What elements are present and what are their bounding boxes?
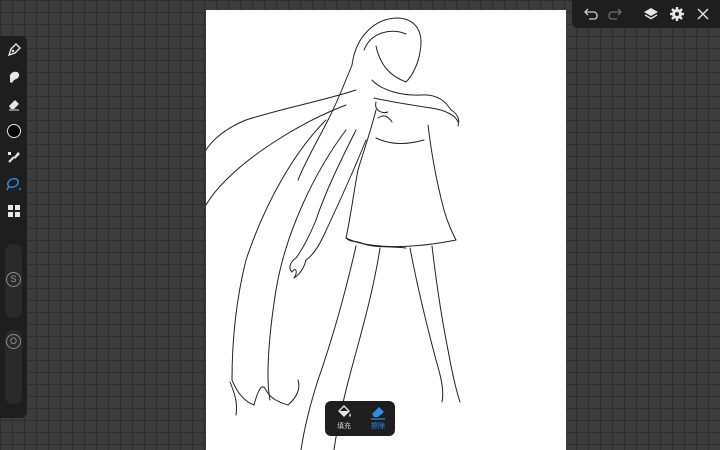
undo-icon	[584, 8, 598, 20]
color-swatch-icon	[6, 123, 21, 138]
eraser-icon	[8, 99, 19, 110]
close-icon	[697, 8, 709, 20]
fill-label: 填充	[337, 422, 351, 430]
erase-label: 擦除	[371, 422, 385, 430]
brush-settings-icon	[7, 151, 20, 163]
fill-erase-toolbar: 填充 擦除	[325, 401, 395, 436]
grid-icon	[7, 204, 20, 217]
close-button[interactable]	[693, 4, 713, 24]
eraser-tool-button[interactable]	[4, 94, 23, 113]
redo-icon	[608, 8, 622, 20]
pen-tool-button[interactable]	[4, 40, 23, 59]
lasso-tool-button[interactable]	[4, 174, 23, 193]
eraser-icon	[371, 407, 385, 420]
opacity-slider-knob[interactable]: O	[6, 334, 21, 349]
settings-button[interactable]	[667, 4, 687, 24]
layers-icon	[644, 8, 658, 20]
redo-button[interactable]	[606, 4, 626, 24]
layers-button[interactable]	[641, 4, 661, 24]
brush-size-slider[interactable]: S	[5, 244, 22, 318]
gallery-grid-button[interactable]	[4, 201, 23, 220]
undo-button[interactable]	[580, 4, 600, 24]
fill-button[interactable]: 填充	[327, 404, 361, 434]
paint-bucket-icon	[338, 405, 351, 417]
pen-icon	[7, 42, 21, 56]
left-toolbar: S O	[0, 36, 27, 418]
top-toolbar	[572, 0, 720, 28]
smudge-icon	[9, 71, 19, 83]
color-picker-button[interactable]	[4, 121, 23, 140]
settings-icon	[670, 7, 684, 21]
smudge-tool-button[interactable]	[4, 67, 23, 86]
brush-settings-button[interactable]	[4, 147, 23, 166]
size-slider-knob[interactable]: S	[6, 272, 21, 287]
erase-button[interactable]: 擦除	[361, 404, 395, 434]
lasso-icon	[5, 177, 21, 190]
line-art-sketch	[206, 17, 461, 450]
brush-opacity-slider[interactable]: O	[5, 330, 22, 404]
drawing-canvas[interactable]	[206, 10, 566, 450]
